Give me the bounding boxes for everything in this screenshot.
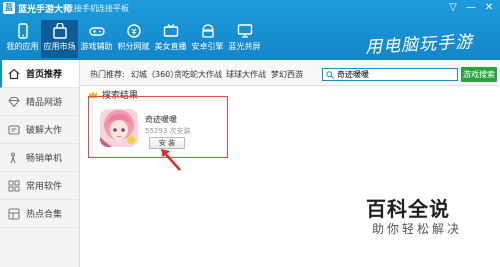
wrench-icon (8, 124, 20, 135)
install-count: 55293 次安装 (145, 127, 191, 135)
menu-dropdown-icon[interactable]: ▽ (446, 1, 460, 15)
search-box (322, 68, 458, 81)
grid-icon (8, 180, 20, 191)
watermark-title: 百科全说 (366, 197, 450, 221)
coin-icon (126, 24, 141, 38)
game-thumbnail-art (100, 109, 138, 147)
diamond-icon (8, 96, 20, 107)
home-icon (8, 68, 20, 79)
hot-item-link[interactable]: 梦幻西游 (271, 69, 303, 80)
sidebar-item-label: 首页推荐 (26, 70, 63, 80)
sidebar-item-label: 精品网游 (26, 98, 63, 108)
hot-item-link[interactable]: 贪吃蛇大作战 (174, 69, 222, 80)
search-icon (326, 71, 334, 79)
nav-tab-label: 美女直播 (154, 42, 187, 51)
slogan: 用电脑玩手游 (364, 32, 474, 58)
android-icon (201, 24, 214, 38)
sidebar-item-software[interactable]: 常用软件 (0, 172, 79, 200)
search-input[interactable] (337, 69, 457, 80)
watermark-subtitle: 助你轻松解决 (372, 222, 463, 236)
sidebar-item-label: 热点合集 (26, 210, 63, 220)
connect-pad-link[interactable]: 连接平板 (97, 3, 129, 14)
hot-recommend-label: 热门推荐: (90, 70, 125, 79)
results-title: 搜索结果 (102, 90, 139, 101)
connect-phone-link[interactable]: 连接手机 (66, 3, 98, 14)
screen-icon (237, 24, 252, 38)
sidebar: 首页推荐 精品网游 破解大作 畅销单机 常用软件 热点合集 (0, 60, 80, 267)
collection-icon (8, 208, 20, 219)
game-name[interactable]: 奇迹暖暖 (145, 114, 177, 125)
nav-tab-label: 积分网赋 (117, 42, 150, 51)
hot-item-link[interactable]: 幻城（360） (131, 69, 178, 80)
nav-tab-live[interactable]: 美女直播 (152, 20, 189, 58)
gamepad-icon (88, 27, 105, 36)
joystick-icon (10, 152, 16, 163)
game-search-button[interactable]: 游戏搜索 (461, 67, 497, 82)
nav-tab-my-apps[interactable]: 我的应用 (4, 20, 41, 58)
nav-tab-label: 安卓引擎 (191, 42, 224, 51)
nav-tab-points[interactable]: 积分网赋 (115, 20, 152, 58)
results-heading: 搜索结果 (88, 88, 139, 101)
main-nav: 我的应用 应用市场 游戏辅助 积分网赋 美女直播 安卓引擎 蓝光共屏 (4, 20, 263, 58)
close-icon[interactable]: ✕ (482, 1, 496, 15)
app-logo-icon: 蓝 (3, 2, 15, 14)
sidebar-item-label: 畅销单机 (26, 154, 63, 164)
nav-tab-label: 游戏辅助 (80, 42, 113, 51)
sidebar-item-single[interactable]: 畅销单机 (0, 144, 79, 172)
hot-item-link[interactable]: 球球大作战 (226, 69, 266, 80)
title-bar: 蓝 蓝光手游大师 连接手机 连接平板 ▽ — ✕ (0, 0, 500, 16)
nav-tab-screen-share[interactable]: 蓝光共屏 (226, 20, 263, 58)
minimize-icon[interactable]: — (464, 1, 478, 15)
sidebar-item-label: 常用软件 (26, 182, 63, 192)
nav-tab-game-assist[interactable]: 游戏辅助 (78, 20, 115, 58)
tv-icon (163, 24, 178, 37)
nav-tab-label: 蓝光共屏 (228, 42, 261, 51)
red-arrow-annotation (161, 149, 181, 171)
sidebar-item-label: 破解大作 (26, 126, 63, 136)
nav-tab-android-engine[interactable]: 安卓引擎 (189, 20, 226, 58)
app-title: 蓝光手游大师 (18, 5, 73, 15)
nav-tab-app-market[interactable]: 应用市场 (41, 20, 78, 58)
nav-tab-label: 应用市场 (43, 42, 76, 51)
sidebar-item-cracked[interactable]: 破解大作 (0, 116, 79, 144)
nav-tab-label: 我的应用 (6, 42, 39, 51)
store-bag-icon (52, 23, 67, 39)
sidebar-item-home[interactable]: 首页推荐 (0, 60, 79, 88)
sidebar-item-premium[interactable]: 精品网游 (0, 88, 79, 116)
crown-icon (89, 90, 97, 98)
game-thumbnail[interactable] (100, 109, 138, 147)
phone-icon (17, 23, 28, 39)
sidebar-item-hot-collections[interactable]: 热点合集 (0, 200, 79, 228)
app-header: 蓝 蓝光手游大师 连接手机 连接平板 ▽ — ✕ 我的应用 应用市场 游戏辅助 … (0, 0, 500, 60)
